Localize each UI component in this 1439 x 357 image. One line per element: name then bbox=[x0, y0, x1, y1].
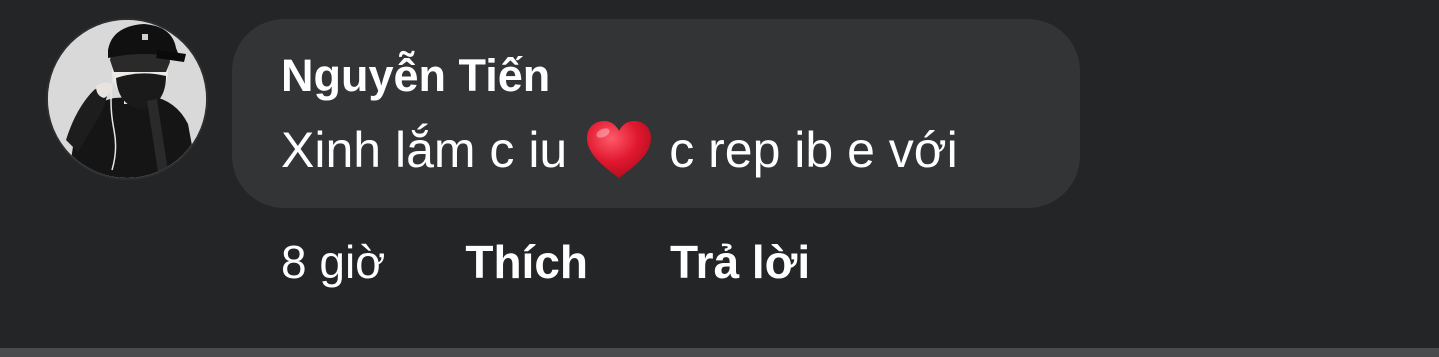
comment: Nguyễn Tiến Xinh lắm c iu c rep ib e với… bbox=[0, 0, 1439, 348]
comment-timestamp[interactable]: 8 giờ bbox=[281, 235, 385, 289]
comment-text: Xinh lắm c iu c rep ib e với bbox=[281, 118, 958, 182]
comment-text-after-emoji: c rep ib e với bbox=[669, 122, 958, 178]
red-heart-icon bbox=[583, 118, 655, 182]
avatar[interactable] bbox=[48, 20, 206, 178]
comment-text-before-emoji: Xinh lắm c iu bbox=[281, 122, 568, 178]
bottom-divider bbox=[0, 348, 1439, 357]
like-button[interactable]: Thích bbox=[465, 235, 588, 289]
reply-button[interactable]: Trả lời bbox=[670, 235, 810, 289]
comment-actions: 8 giờ Thích Trả lời bbox=[281, 231, 810, 293]
comment-author[interactable]: Nguyễn Tiến bbox=[281, 48, 550, 104]
avatar-illustration bbox=[48, 20, 206, 178]
